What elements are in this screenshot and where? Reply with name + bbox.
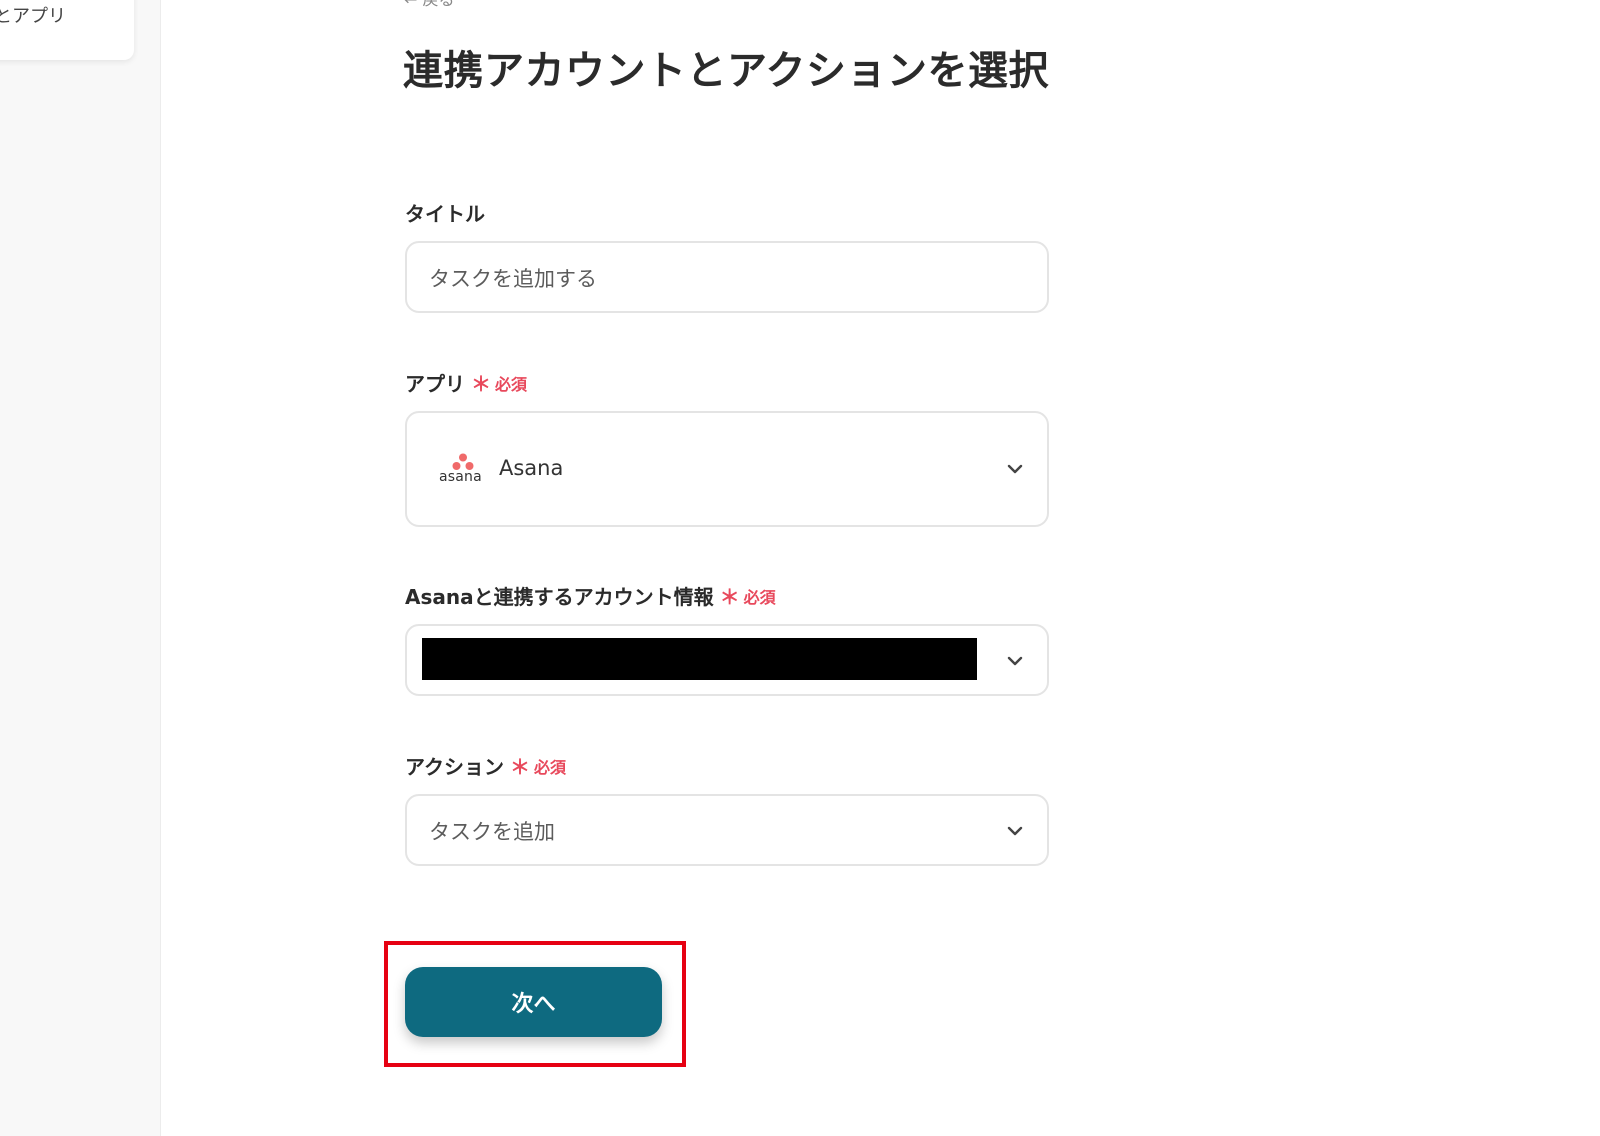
- required-badge: 必須: [495, 374, 528, 394]
- account-select[interactable]: [405, 624, 1049, 696]
- next-button[interactable]: 次へ: [405, 967, 662, 1037]
- app-field-label: アプリ ＊ 必須: [405, 368, 527, 397]
- action-select[interactable]: タスクを追加: [405, 794, 1049, 866]
- sidebar: とアプリ: [0, 0, 161, 1136]
- chevron-down-icon: [1007, 826, 1023, 836]
- title-input-value: タスクを追加する: [429, 267, 597, 291]
- action-select-value: タスクを追加: [429, 820, 555, 844]
- redacted-account-value: [422, 638, 977, 680]
- required-asterisk: ＊: [510, 755, 530, 779]
- back-link[interactable]: ← 戻る: [404, 0, 455, 10]
- asana-logo-text: asana: [439, 469, 482, 485]
- action-field-label: アクション ＊ 必須: [405, 751, 566, 780]
- asana-logo-icon: asana: [439, 453, 487, 487]
- app-select-value: Asana: [499, 456, 564, 480]
- title-field-label: タイトル: [405, 198, 485, 227]
- chevron-down-icon: [1007, 656, 1023, 666]
- required-asterisk: ＊: [471, 372, 491, 396]
- chevron-down-icon: [1007, 464, 1023, 474]
- title-field-label-text: タイトル: [405, 202, 485, 226]
- required-badge: 必須: [534, 757, 567, 777]
- account-field-label: Asanaと連携するアカウント情報 ＊ 必須: [405, 581, 776, 610]
- required-badge: 必須: [743, 587, 776, 607]
- title-input[interactable]: タスクを追加する: [405, 241, 1049, 313]
- account-field-label-text: Asanaと連携するアカウント情報: [405, 585, 714, 609]
- required-asterisk: ＊: [719, 585, 740, 609]
- app-field-label-text: アプリ: [405, 372, 465, 396]
- action-field-label-text: アクション: [405, 755, 504, 779]
- app-select[interactable]: asana Asana: [405, 411, 1049, 527]
- sidebar-card[interactable]: とアプリ: [0, 0, 134, 60]
- sidebar-card-label: とアプリ: [0, 6, 66, 27]
- page: とアプリ ← 戻る 連携アカウントとアクションを選択 タイトル タスクを追加する…: [0, 0, 1600, 1136]
- page-title: 連携アカウントとアクションを選択: [403, 48, 1049, 94]
